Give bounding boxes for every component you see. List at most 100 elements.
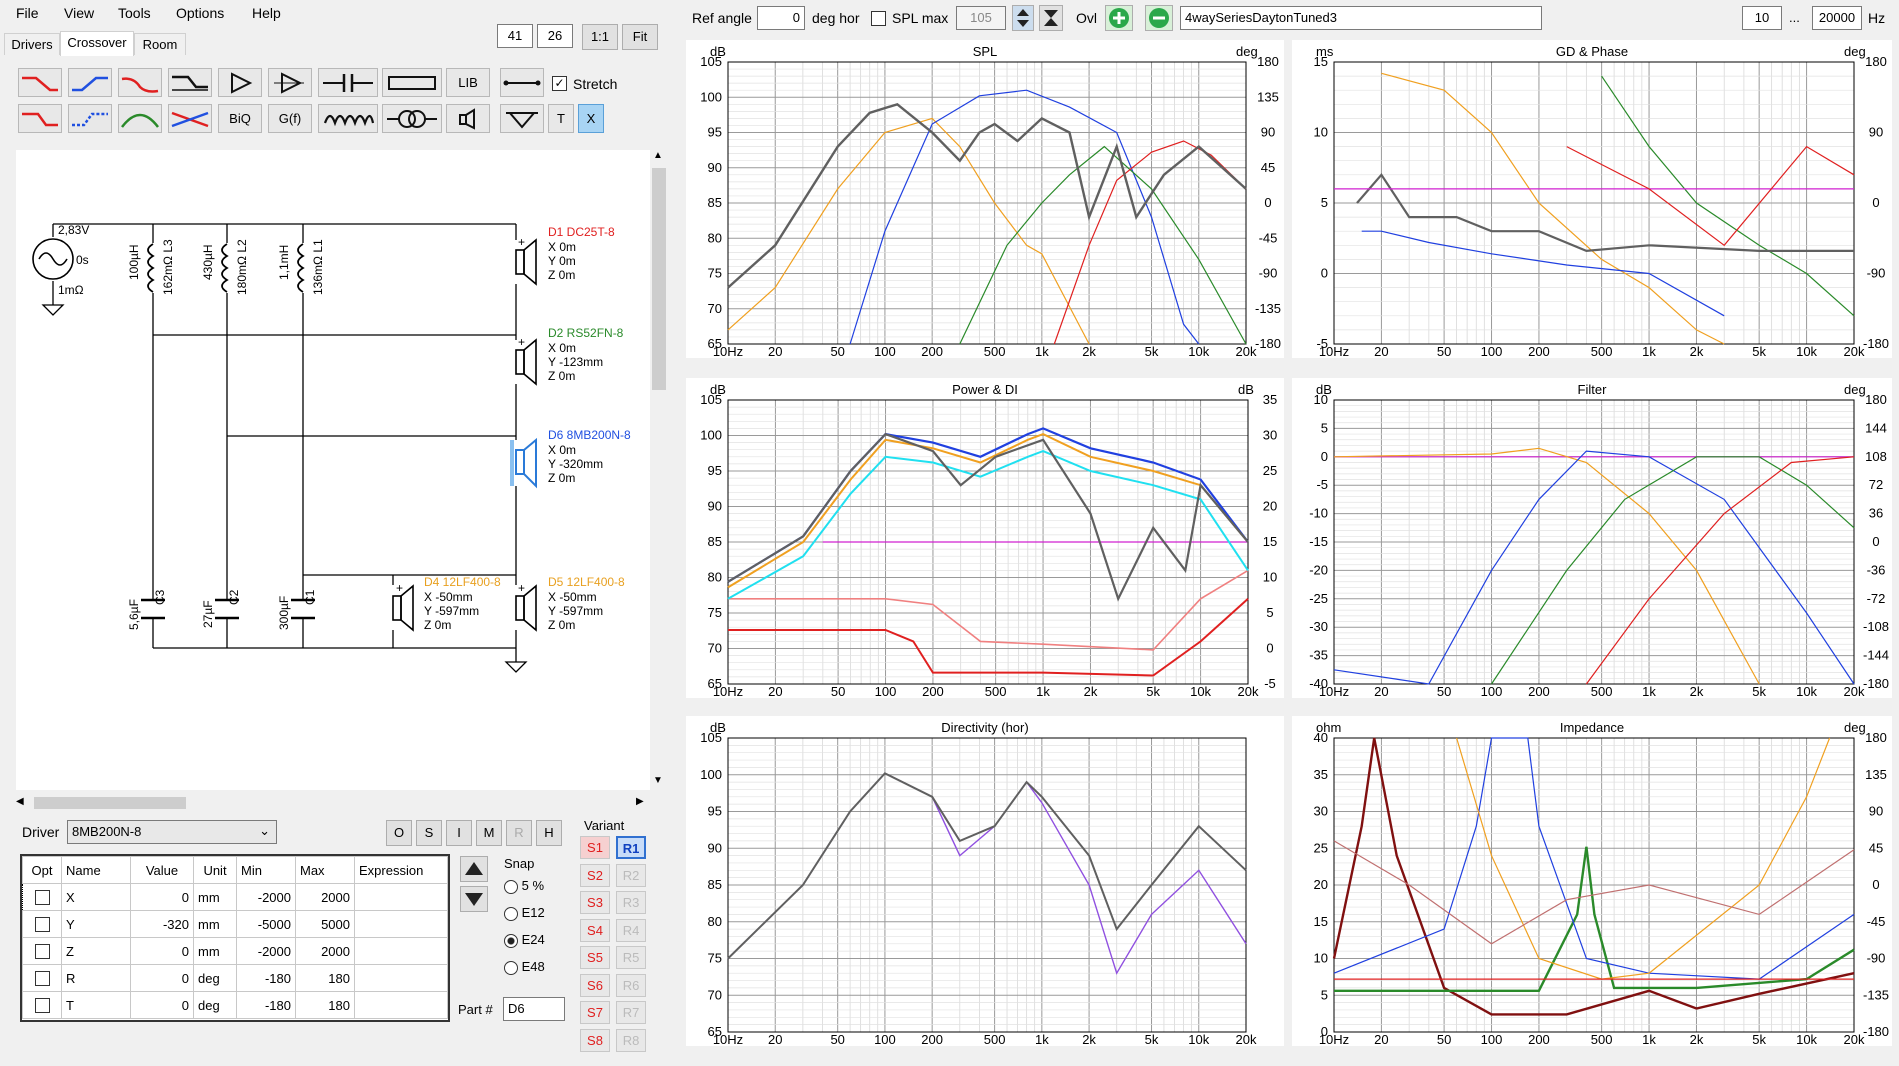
variant-s2-button[interactable]: S2 bbox=[580, 863, 610, 887]
inductor-button[interactable] bbox=[318, 104, 378, 133]
param-value[interactable]: 0 bbox=[130, 991, 194, 1019]
param-expression[interactable] bbox=[354, 964, 448, 992]
zoom-fit-button[interactable]: Fit bbox=[622, 24, 658, 50]
scroll-right-icon[interactable]: ▶ bbox=[636, 796, 644, 807]
table-row[interactable]: R 0 deg -180 180 bbox=[22, 964, 448, 992]
opt-checkbox[interactable] bbox=[34, 971, 50, 987]
table-row[interactable]: Z 0 mm -2000 2000 bbox=[22, 937, 448, 965]
param-expression[interactable] bbox=[354, 910, 448, 938]
delete-button[interactable]: X bbox=[578, 104, 604, 133]
radio-icon[interactable] bbox=[504, 879, 518, 894]
impedance-graph[interactable]: Impedance 40 35 30 25 20 15 10 5 0 180 135 90 45 0 -45… bbox=[1292, 716, 1892, 1046]
variant-r5-button[interactable]: R5 bbox=[616, 946, 646, 969]
lowpass2-button[interactable] bbox=[18, 104, 62, 133]
opt-checkbox[interactable] bbox=[34, 944, 50, 960]
variant-r8-button[interactable]: R8 bbox=[616, 1028, 646, 1052]
directivity-graph[interactable]: Directivity (hor) 105 100 95 90 85 80 75 70 65 dB… bbox=[686, 716, 1284, 1046]
gd-phase-graph[interactable]: GD & Phase 15 10 5 0 -5 180 90 0 -90 -180 ms deg 10H… bbox=[1292, 40, 1892, 358]
zoom-x-field[interactable]: 41 bbox=[497, 24, 533, 48]
resistor-button[interactable] bbox=[382, 68, 442, 97]
variant-s1-button[interactable]: S1 bbox=[580, 836, 610, 859]
collapse-button[interactable] bbox=[1039, 5, 1063, 31]
ref-angle-input[interactable]: 0 bbox=[757, 6, 805, 30]
lowpass1-button[interactable] bbox=[18, 68, 62, 97]
param-expression[interactable] bbox=[354, 937, 448, 965]
add-overlay-button[interactable] bbox=[1105, 5, 1133, 31]
menu-help[interactable]: Help bbox=[252, 5, 281, 21]
driver-select[interactable]: 8MB200N-8 ⌄ bbox=[67, 820, 277, 844]
library-button[interactable]: LIB bbox=[446, 68, 490, 97]
variant-s5-button[interactable]: S5 bbox=[580, 946, 610, 969]
wire-button[interactable] bbox=[500, 68, 544, 97]
param-expression[interactable] bbox=[354, 883, 448, 911]
radio-icon[interactable] bbox=[504, 960, 518, 975]
table-row[interactable]: Y -320 mm -5000 5000 bbox=[22, 910, 448, 938]
variant-s6-button[interactable]: S6 bbox=[580, 973, 610, 997]
zoom-1to1-button[interactable]: 1:1 bbox=[582, 24, 618, 50]
radio-selected-icon[interactable] bbox=[504, 933, 518, 948]
horizontal-scroll-thumb[interactable] bbox=[34, 797, 186, 809]
param-max[interactable]: 2000 bbox=[295, 883, 355, 911]
table-row[interactable]: T 0 deg -180 180 bbox=[22, 991, 448, 1019]
menu-tools[interactable]: Tools bbox=[118, 5, 151, 21]
stretch-checkbox[interactable]: ✓ bbox=[552, 76, 567, 91]
biquad-button[interactable]: BiQ bbox=[218, 104, 262, 133]
crossover-shape-button[interactable] bbox=[168, 104, 212, 133]
part-number-input[interactable]: D6 bbox=[503, 997, 565, 1021]
spl-updown-button[interactable] bbox=[1012, 5, 1034, 31]
variant-r7-button[interactable]: R7 bbox=[616, 1001, 646, 1024]
spl-max-checkbox[interactable] bbox=[871, 11, 886, 26]
snap-option-e12[interactable]: E12 bbox=[504, 905, 545, 921]
horizontal-scrollbar[interactable]: ◀ ▶ bbox=[16, 794, 650, 812]
param-max[interactable]: 2000 bbox=[295, 937, 355, 965]
remove-overlay-button[interactable] bbox=[1145, 5, 1173, 31]
opt-checkbox[interactable] bbox=[34, 917, 50, 933]
schematic-canvas[interactable]: 2,83V 0s 1mΩ 100µH 162mΩ L3 430µH 180mΩ … bbox=[16, 150, 650, 790]
freq-low-input[interactable]: 10 bbox=[1742, 6, 1782, 30]
variant-s8-button[interactable]: S8 bbox=[580, 1028, 610, 1052]
driver-button[interactable] bbox=[446, 104, 490, 133]
snap-option-e24[interactable]: E24 bbox=[504, 932, 545, 948]
highpass2-button[interactable] bbox=[68, 104, 112, 133]
param-max[interactable]: 180 bbox=[295, 991, 355, 1019]
menu-file[interactable]: File bbox=[16, 5, 39, 21]
tab-drivers[interactable]: Drivers bbox=[4, 33, 60, 55]
amp-button[interactable] bbox=[218, 68, 262, 97]
ground-button[interactable] bbox=[500, 104, 544, 133]
spl-max-input[interactable]: 105 bbox=[956, 6, 1006, 30]
variant-s3-button[interactable]: S3 bbox=[580, 891, 610, 914]
param-min[interactable]: -180 bbox=[236, 964, 296, 992]
param-value[interactable]: 0 bbox=[130, 964, 194, 992]
capacitor-button[interactable] bbox=[318, 68, 378, 97]
snap-option-e48[interactable]: E48 bbox=[504, 959, 545, 975]
param-max[interactable]: 5000 bbox=[295, 910, 355, 938]
driver-button-s[interactable]: S bbox=[416, 820, 442, 846]
transformer-button[interactable] bbox=[382, 104, 442, 133]
power-di-graph[interactable]: Power & DI 105 100 95 90 85 80 75 70 65 35 30 25 20 1… bbox=[686, 378, 1284, 698]
variant-r6-button[interactable]: R6 bbox=[616, 973, 646, 997]
tab-room[interactable]: Room bbox=[134, 33, 186, 55]
vertical-scrollbar[interactable]: ▲ ▼ bbox=[650, 150, 668, 790]
scroll-up-icon[interactable]: ▲ bbox=[653, 150, 663, 161]
radio-icon[interactable] bbox=[504, 906, 518, 921]
bandpass-button[interactable] bbox=[118, 104, 162, 133]
spl-graph[interactable]: SPL 105 100 95 90 85 80 75 70 65 180 135 90 45 0 -45 -9… bbox=[686, 40, 1284, 358]
param-min[interactable]: -5000 bbox=[236, 910, 296, 938]
variant-r2-button[interactable]: R2 bbox=[616, 863, 646, 887]
freq-high-input[interactable]: 20000 bbox=[1812, 6, 1862, 30]
driver-button-m[interactable]: M bbox=[476, 820, 502, 846]
scroll-left-icon[interactable]: ◀ bbox=[16, 796, 24, 807]
snap-option-5pct[interactable]: 5 % bbox=[504, 878, 544, 894]
param-value[interactable]: 0 bbox=[130, 937, 194, 965]
move-up-button[interactable] bbox=[460, 856, 488, 882]
variant-s7-button[interactable]: S7 bbox=[580, 1001, 610, 1024]
driver-button-h[interactable]: H bbox=[536, 820, 562, 846]
menu-view[interactable]: View bbox=[64, 5, 94, 21]
opt-checkbox[interactable] bbox=[34, 890, 50, 906]
param-min[interactable]: -180 bbox=[236, 991, 296, 1019]
param-min[interactable]: -2000 bbox=[236, 883, 296, 911]
param-value[interactable]: 0 bbox=[130, 883, 194, 911]
text-button[interactable]: T bbox=[548, 104, 574, 133]
driver-button-r[interactable]: R bbox=[506, 820, 532, 846]
variant-s4-button[interactable]: S4 bbox=[580, 918, 610, 942]
